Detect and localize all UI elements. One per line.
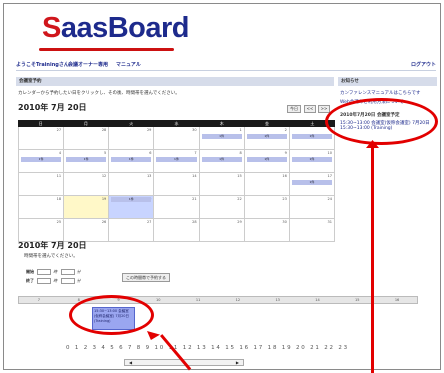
nav-owner-link[interactable]: 会議オーナー専用 [68,61,108,68]
timeline-hour: 11 [195,298,201,302]
end-min-select[interactable] [60,278,75,284]
weekday-thu: 木 [219,121,224,126]
end-hour-select[interactable] [37,278,52,284]
reservation-header: 会議室予約 [16,77,334,86]
red-arrow-up [371,145,374,373]
event-chip[interactable]: 1件 [201,157,242,162]
start-time-row: 開始 時 分 [26,269,81,275]
calendar-day[interactable]: 15 [200,173,245,195]
nav-manual-link[interactable]: マニュアル [116,61,141,68]
timeline-hour: 7 [37,298,41,302]
welcome-text: ようこそTrainingさん [16,62,69,68]
notice-link-manual[interactable]: カンファレンスマニュアルはこちらです [340,90,420,96]
weekday-mon: 月 [83,121,88,126]
calendar-day[interactable]: 2 1件 [245,127,290,149]
calendar-day[interactable]: 17 1件 [290,173,335,195]
calendar-day-selected[interactable]: 201件 [109,196,155,218]
top-nav: ようこそTrainingさん 会議オーナー専用 マニュアル ログアウト [16,59,436,71]
scroll-right-icon[interactable]: ▶ [236,360,239,365]
event-chip[interactable]: 1件 [291,180,332,185]
weekday-wed: 水 [174,121,179,126]
calendar-day[interactable]: 21 [154,196,200,218]
scroll-left-icon[interactable]: ◀ [129,360,132,365]
calendar-day[interactable]: 4 1件 [18,150,65,172]
calendar-day[interactable]: 26 [64,219,110,241]
month-title: 2010年 7月 20日 [18,103,87,112]
calendar-day[interactable]: 1 1件 [200,127,245,149]
calendar-day[interactable]: 14 [154,173,200,195]
calendar-day[interactable]: 10 1件 [290,150,335,172]
logo-underline [39,48,174,51]
calendar-day[interactable]: 9 1件 [245,150,290,172]
calendar-day[interactable]: 31 [290,219,335,241]
calendar-day[interactable]: 6 1件 [109,150,155,172]
calendar-day[interactable]: 29 [109,127,155,149]
calendar-week: 25 26 27 28 29 30 31 [18,219,335,242]
event-chip[interactable]: 1件 [291,134,332,139]
calendar-day[interactable]: 30 [245,219,290,241]
reserve-button[interactable]: この時間帯で予約する [122,273,170,282]
calendar-day[interactable]: 7 1件 [154,150,200,172]
event-chip[interactable]: 1件 [21,157,62,162]
hour-selector-row[interactable]: 0 1 2 3 4 5 6 7 8 9 10 11 12 13 14 15 16… [66,345,349,351]
end-time-row: 終了 時 分 [26,278,81,284]
highlight-oval-schedule [325,98,438,145]
calendar: 日 月 火 水 木 金 土 27 28 29 30 1 1件 2 1件 3 1件 41… [18,120,335,242]
calendar-day[interactable]: 24 [290,196,335,218]
event-chip[interactable]: 1件 [111,157,152,162]
event-chip[interactable]: 1件 [201,134,242,139]
highlight-oval-slot [69,295,154,335]
prev-month-button[interactable]: << [304,105,316,113]
calendar-day[interactable]: 18 [18,196,65,218]
saasboard-logo[interactable]: SaasBoard [42,12,190,45]
calendar-day[interactable]: 22 [200,196,245,218]
calendar-day[interactable]: 23 [245,196,290,218]
calendar-week: 11 12 13 14 15 16 17 1件 [18,173,335,196]
calendar-week: 4 1件 5 1件 6 1件 7 1件 8 1件 9 1件 10 1件 [18,150,335,173]
weekday-tue: 火 [129,121,134,126]
event-chip[interactable]: 1件 [156,157,197,162]
timeline-hour: 13 [275,298,280,302]
calendar-day[interactable]: 16 [245,173,290,195]
calendar-weekday-row: 日 月 火 水 木 金 土 [18,120,335,127]
calendar-day[interactable]: 25 [18,219,65,241]
start-min-select[interactable] [60,269,75,275]
today-button[interactable]: 今日 [287,105,301,113]
calendar-day[interactable]: 12 [64,173,110,195]
timeline-hour: 14 [315,298,320,302]
logout-link[interactable]: ログアウト [411,61,436,68]
detail-subtitle: 時間帯を選んでください。 [24,254,78,259]
weekday-sun: 日 [38,121,43,126]
calendar-day[interactable]: 28 [64,127,110,149]
calendar-week: 27 28 29 30 1 1件 2 1件 3 1件 [18,127,335,150]
calendar-day[interactable]: 27 [18,127,65,149]
timeline-hour: 16 [394,298,400,302]
reservation-instruction: カレンダーから予約したい日をクリックし、その後、時間帯を選んでください。 [18,91,180,96]
notice-header: お知らせ [338,77,437,86]
calendar-day[interactable]: 30 [154,127,200,149]
calendar-day-today[interactable]: 19 [64,196,110,218]
calendar-day[interactable]: 13 [109,173,155,195]
start-hour-select[interactable] [37,269,52,275]
calendar-day[interactable]: 8 1件 [200,150,245,172]
calendar-day[interactable]: 28 [154,219,200,241]
calendar-day[interactable]: 11 [18,173,65,195]
calendar-week: 18 19 201件 21 22 23 24 [18,196,335,219]
calendar-day[interactable]: 5 1件 [64,150,110,172]
weekday-fri: 金 [265,121,270,126]
event-chip[interactable]: 1件 [111,197,152,202]
event-chip[interactable]: 1件 [246,157,287,162]
calendar-day[interactable]: 27 [109,219,155,241]
event-chip[interactable]: 1件 [246,134,287,139]
event-chip[interactable]: 1件 [291,157,332,162]
calendar-day[interactable]: 29 [200,219,245,241]
detail-date-title: 2010年 7月 20日 [18,241,87,250]
event-chip[interactable]: 1件 [66,157,107,162]
timeline-hour: 12 [235,298,241,302]
